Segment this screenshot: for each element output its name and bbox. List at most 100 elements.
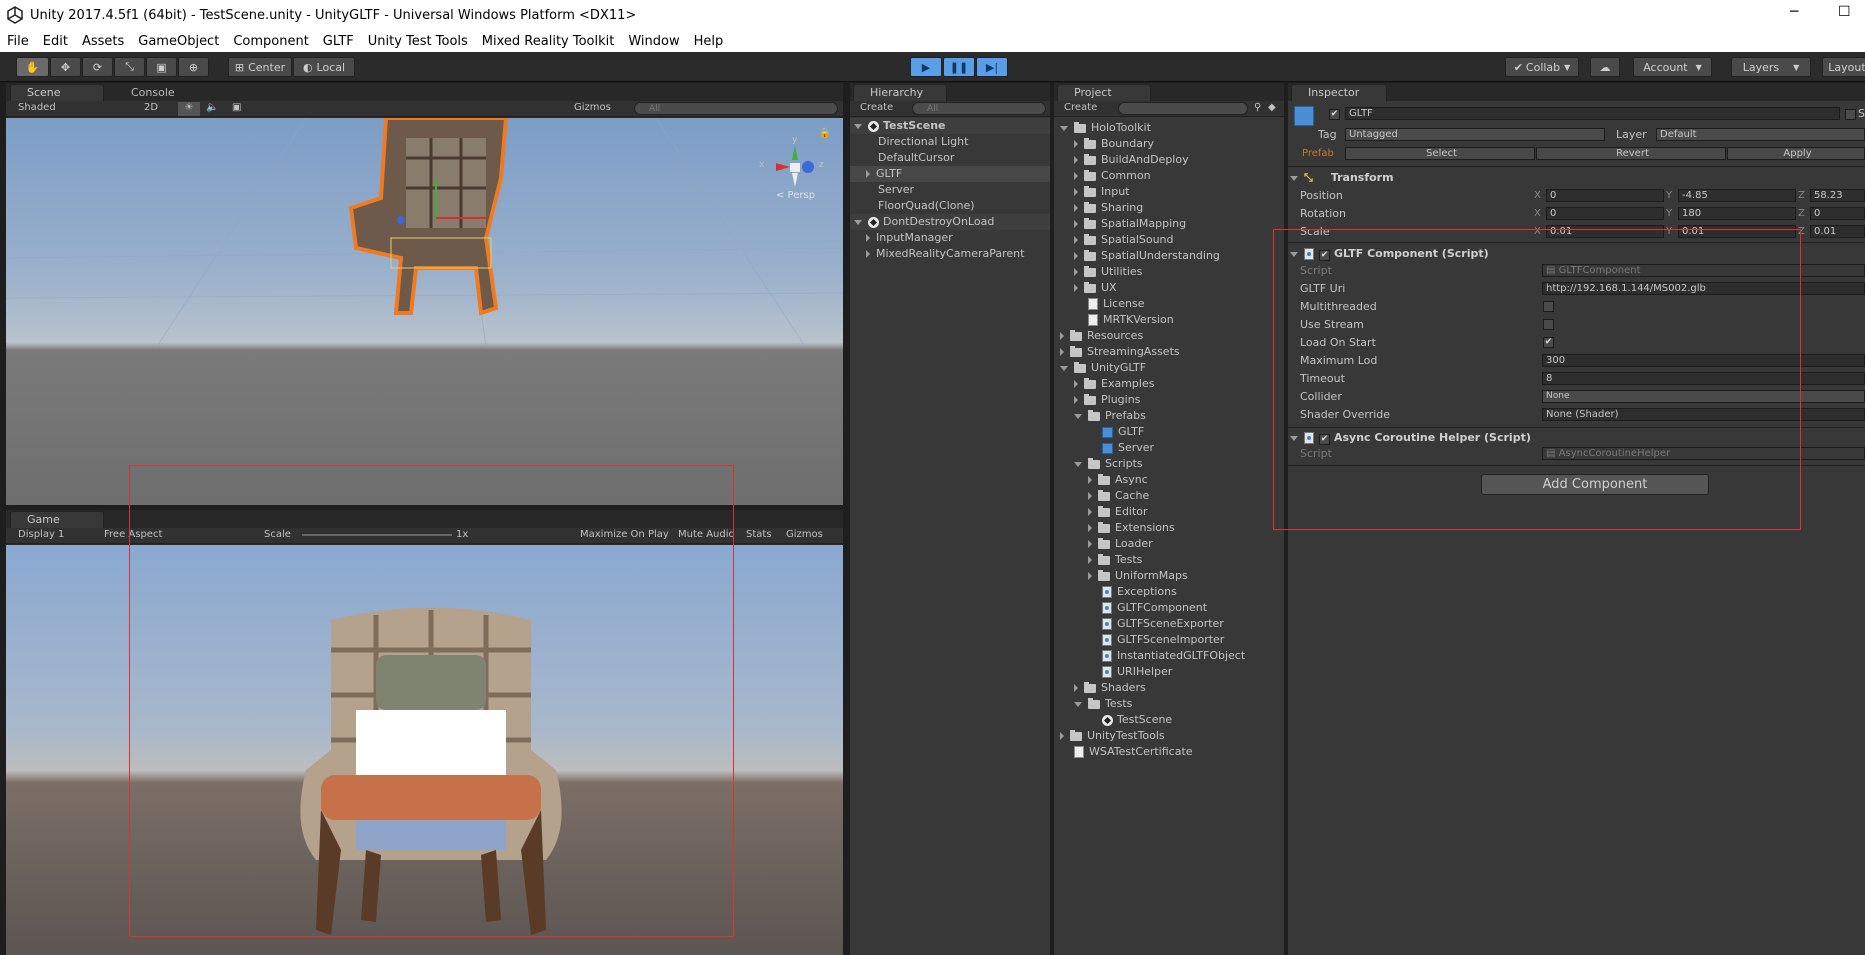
fold-closed-icon[interactable]	[1074, 252, 1078, 260]
prefab-apply-button[interactable]: Apply	[1727, 147, 1865, 160]
account-button[interactable]: Account ▼	[1633, 57, 1712, 77]
hierarchy-item[interactable]: DefaultCursor	[878, 150, 954, 166]
fold-closed-icon[interactable]	[1074, 284, 1078, 292]
layers-button[interactable]: Layers ▼	[1731, 57, 1811, 77]
project-item[interactable]: Utilities	[1074, 264, 1142, 280]
project-item[interactable]: Scripts	[1074, 456, 1143, 472]
fold-closed-icon[interactable]	[1074, 684, 1078, 692]
stats-toggle[interactable]: Stats	[746, 529, 772, 540]
collab-button[interactable]: ✔ Collab ▼	[1505, 57, 1579, 77]
fold-closed-icon[interactable]	[1060, 348, 1064, 356]
project-item[interactable]: URIHelper	[1088, 664, 1172, 680]
projection-label[interactable]: < Persp	[776, 190, 815, 201]
transform-tool-button[interactable]: ⊕	[178, 57, 209, 77]
lighting-icon[interactable]: ☀	[178, 102, 200, 116]
active-checkbox[interactable]: ✔	[1329, 109, 1340, 120]
project-item[interactable]: Sharing	[1074, 200, 1143, 216]
menu-file[interactable]: File	[0, 34, 36, 49]
fold-open-icon[interactable]	[1060, 365, 1068, 371]
scale-tool-button[interactable]: ⤡	[114, 57, 145, 77]
fold-closed-icon[interactable]	[866, 170, 870, 178]
fold-closed-icon[interactable]	[1074, 380, 1078, 388]
pause-button[interactable]: ❚❚	[943, 57, 975, 77]
fold-closed-icon[interactable]	[1074, 396, 1078, 404]
project-item[interactable]: Server	[1088, 440, 1154, 456]
static-checkbox[interactable]	[1845, 109, 1856, 120]
menu-help[interactable]: Help	[687, 34, 731, 49]
menu-assets[interactable]: Assets	[75, 34, 131, 49]
effects-icon[interactable]: ▣	[232, 102, 241, 113]
position-x-field[interactable]: 0	[1546, 189, 1664, 202]
play-button[interactable]: ▶	[910, 57, 942, 77]
scale-z-field[interactable]: 0.01	[1810, 225, 1865, 238]
fold-closed-icon[interactable]	[1060, 732, 1064, 740]
project-item[interactable]: Examples	[1074, 376, 1154, 392]
fold-open-icon[interactable]	[1074, 413, 1082, 419]
project-item[interactable]: Tests	[1088, 552, 1142, 568]
fold-closed-icon[interactable]	[1088, 572, 1092, 580]
tab-project[interactable]: Project	[1057, 84, 1151, 101]
filter-icon[interactable]: ⚲	[1254, 102, 1261, 113]
hierarchy-item-selected[interactable]: GLTF	[850, 166, 1050, 182]
project-search-input[interactable]	[1118, 102, 1248, 115]
project-item[interactable]: GLTFSceneImporter	[1088, 632, 1224, 648]
cloud-button[interactable]: ☁	[1590, 57, 1620, 77]
gizmos-dropdown[interactable]: Gizmos	[574, 102, 611, 113]
fold-closed-icon[interactable]	[1074, 220, 1078, 228]
project-item[interactable]: Common	[1074, 168, 1151, 184]
pivot-center-button[interactable]: ⊞ Center	[228, 57, 292, 77]
menu-gameobject[interactable]: GameObject	[131, 34, 226, 49]
transform-header[interactable]: ⤡ Transform	[1290, 170, 1865, 186]
project-item[interactable]: Cache	[1088, 488, 1149, 504]
menu-edit[interactable]: Edit	[36, 34, 75, 49]
fold-closed-icon[interactable]	[1060, 332, 1064, 340]
project-item[interactable]: TestScene	[1088, 712, 1172, 728]
fold-closed-icon[interactable]	[1074, 156, 1078, 164]
rotation-x-field[interactable]: 0	[1546, 207, 1664, 220]
fold-open-icon[interactable]	[1074, 461, 1082, 467]
project-item[interactable]: BuildAndDeploy	[1074, 152, 1189, 168]
project-item[interactable]: UnityTestTools	[1060, 728, 1165, 744]
project-item[interactable]: Extensions	[1088, 520, 1175, 536]
tab-console[interactable]: Console	[114, 84, 194, 101]
fold-open-icon[interactable]	[854, 123, 862, 129]
label-icon[interactable]: ◆	[1268, 102, 1276, 113]
scene-viewport[interactable]: y x z < Persp 🔒	[6, 118, 843, 505]
hierarchy-item[interactable]: MixedRealityCameraParent	[866, 246, 1024, 262]
project-item[interactable]: Exceptions	[1088, 584, 1177, 600]
menu-component[interactable]: Component	[226, 34, 315, 49]
audio-icon[interactable]: 🔈	[206, 102, 218, 113]
project-item[interactable]: Input	[1074, 184, 1129, 200]
position-y-field[interactable]: -4.85	[1678, 189, 1796, 202]
scene-chair-model[interactable]	[336, 118, 516, 318]
fold-closed-icon[interactable]	[1088, 524, 1092, 532]
project-item[interactable]: HoloToolkit	[1060, 120, 1151, 136]
prefab-select-button[interactable]: Select	[1345, 147, 1535, 160]
tab-inspector[interactable]: Inspector	[1291, 84, 1387, 101]
menu-gltf[interactable]: GLTF	[316, 34, 361, 49]
project-item[interactable]: UniformMaps	[1088, 568, 1188, 584]
hierarchy-scene-row[interactable]: TestScene	[850, 118, 1050, 134]
project-item[interactable]: Boundary	[1074, 136, 1154, 152]
project-item[interactable]: Prefabs	[1074, 408, 1146, 424]
tab-game[interactable]: Game	[10, 511, 104, 528]
project-item[interactable]: Async	[1088, 472, 1148, 488]
layout-button[interactable]: Layout	[1822, 57, 1865, 77]
hierarchy-create-button[interactable]: Create	[860, 102, 893, 113]
fold-open-icon[interactable]	[854, 219, 862, 225]
rotation-z-field[interactable]: 0	[1810, 207, 1865, 220]
display-dropdown[interactable]: Display 1	[18, 529, 64, 540]
project-item[interactable]: License	[1074, 296, 1144, 312]
minimize-icon[interactable]: ─	[1790, 4, 1798, 20]
project-item[interactable]: MRTKVersion	[1074, 312, 1174, 328]
menu-mixed-reality-toolkit[interactable]: Mixed Reality Toolkit	[475, 34, 622, 49]
project-item[interactable]: SpatialMapping	[1074, 216, 1186, 232]
game-gizmos-dropdown[interactable]: Gizmos	[786, 529, 823, 540]
hand-tool-button[interactable]: ✋	[16, 57, 49, 77]
project-item[interactable]: Shaders	[1074, 680, 1146, 696]
project-item[interactable]: Tests	[1074, 696, 1132, 712]
project-item[interactable]: InstantiatedGLTFObject	[1088, 648, 1245, 664]
tag-dropdown[interactable]: Untagged	[1345, 128, 1605, 141]
project-item[interactable]: GLTF	[1088, 424, 1144, 440]
2d-toggle[interactable]: 2D	[144, 102, 158, 113]
